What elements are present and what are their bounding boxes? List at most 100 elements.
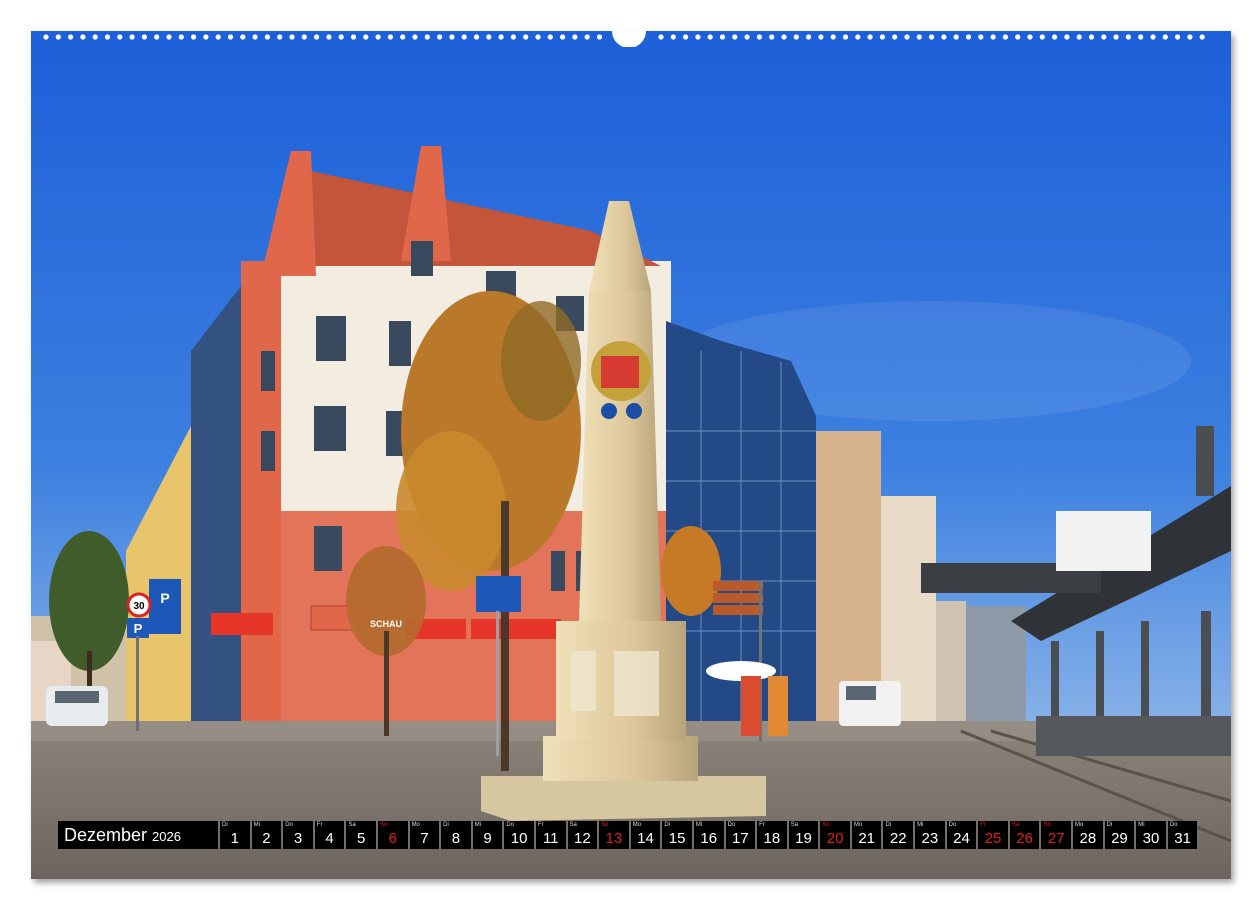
beige-building: [816, 431, 881, 721]
binding-hole: [314, 34, 320, 40]
binding-hole: [437, 34, 443, 40]
day-cell: So 13: [599, 821, 629, 849]
day-number: 16: [700, 830, 718, 847]
day-number: 18: [763, 830, 781, 847]
day-abbr: Mi: [695, 822, 703, 828]
day-number: 6: [388, 830, 397, 847]
day-number: 28: [1079, 830, 1097, 847]
day-number: 7: [420, 830, 429, 847]
binding-hole: [818, 34, 824, 40]
binding-hole: [719, 34, 726, 40]
binding-hole: [830, 34, 836, 40]
day-abbr: Di: [664, 822, 670, 828]
day-abbr: Mo: [411, 822, 420, 828]
day-number: 9: [483, 830, 492, 847]
day-abbr: Mo: [853, 822, 863, 828]
binding-hole: [547, 34, 553, 40]
day-abbr: Fr: [316, 822, 323, 828]
binding-hole: [842, 34, 849, 40]
day-cell: Fr 18: [757, 821, 787, 849]
binding-hole: [732, 34, 738, 40]
binding-hole: [215, 34, 221, 40]
binding-hole: [178, 34, 184, 40]
binding-hole: [560, 34, 566, 40]
binding-hole: [363, 34, 369, 40]
binding-hole: [670, 34, 676, 40]
day-number: 23: [921, 830, 939, 847]
day-cell: Di 29: [1104, 821, 1135, 849]
day-number: 2: [262, 830, 271, 847]
day-cell: Mi 16: [693, 821, 724, 849]
binding-hole: [400, 34, 406, 40]
binding-hole: [92, 34, 98, 40]
binding-hole: [1088, 34, 1095, 40]
glass-building-left: [191, 286, 241, 721]
day-cell: Mi 2: [251, 821, 282, 849]
binding-hole: [191, 34, 197, 40]
parking-sign-small-label: P: [134, 621, 143, 636]
day-cell: Sa 5: [346, 821, 376, 849]
white-building: [1056, 511, 1151, 571]
day-cell: So 20: [820, 821, 850, 849]
shop-sign-text: SCHAU: [370, 619, 402, 629]
advertising-board: [741, 676, 761, 736]
binding-hole: [1175, 34, 1181, 40]
awning: [211, 613, 273, 635]
binding-hole: [1101, 34, 1107, 40]
binding-hole: [892, 34, 898, 40]
day-number: 15: [668, 830, 686, 847]
binding-hole: [1150, 34, 1156, 40]
binding-hole: [596, 34, 603, 40]
binding-hole: [338, 34, 344, 40]
day-abbr: Mi: [917, 822, 924, 828]
hanger-notch: [612, 31, 646, 47]
day-abbr: Sa: [1011, 822, 1020, 828]
day-number: 13: [605, 830, 623, 847]
day-abbr: So: [379, 822, 388, 828]
binding-hole: [117, 34, 123, 40]
day-abbr: Mi: [253, 822, 260, 828]
binding-hole: [104, 34, 111, 40]
day-cell: Di 22: [883, 821, 914, 849]
month-label-cell: Dezember 2026: [58, 821, 218, 849]
day-abbr: Sa: [790, 822, 799, 828]
binding-hole: [978, 34, 984, 40]
day-abbr: Fr: [980, 822, 986, 828]
day-number: 25: [984, 830, 1002, 847]
day-number: 11: [542, 830, 559, 847]
day-abbr: Sa: [569, 822, 577, 828]
obelisk-base-step: [481, 776, 766, 821]
day-number: 14: [637, 830, 654, 847]
binding-hole: [203, 34, 209, 40]
binding-hole: [695, 34, 701, 40]
day-cell: Do 3: [283, 821, 313, 849]
day-number: 17: [731, 830, 749, 847]
day-cell: Mo 28: [1073, 821, 1103, 849]
day-number: 22: [889, 830, 907, 847]
binding-hole: [879, 34, 886, 40]
day-cell: Sa 12: [567, 821, 598, 849]
day-abbr: Do: [727, 822, 736, 828]
binding-hole: [744, 34, 750, 40]
binding-hole: [523, 34, 529, 40]
day-number: 3: [293, 830, 303, 847]
day-cell: Do 10: [504, 821, 534, 849]
binding-hole: [252, 34, 258, 40]
binding-hole: [1199, 34, 1205, 40]
day-number: 1: [230, 830, 239, 847]
binding-hole: [449, 34, 455, 40]
binding-hole: [1113, 34, 1119, 40]
day-abbr: So: [601, 822, 609, 828]
binding-hole: [781, 34, 787, 40]
binding-hole: [350, 34, 357, 40]
binding-hole: [929, 34, 935, 40]
day-cell: Mo 21: [851, 821, 882, 849]
speed-limit-sign-label: 30: [133, 601, 145, 612]
day-number: 4: [325, 830, 334, 847]
day-abbr: Fr: [759, 822, 765, 828]
day-cell: Mi 23: [915, 821, 945, 849]
binding-hole: [1039, 34, 1045, 40]
binding-hole: [965, 34, 972, 40]
binding-hole: [1162, 34, 1168, 40]
binding-hole: [461, 34, 467, 40]
